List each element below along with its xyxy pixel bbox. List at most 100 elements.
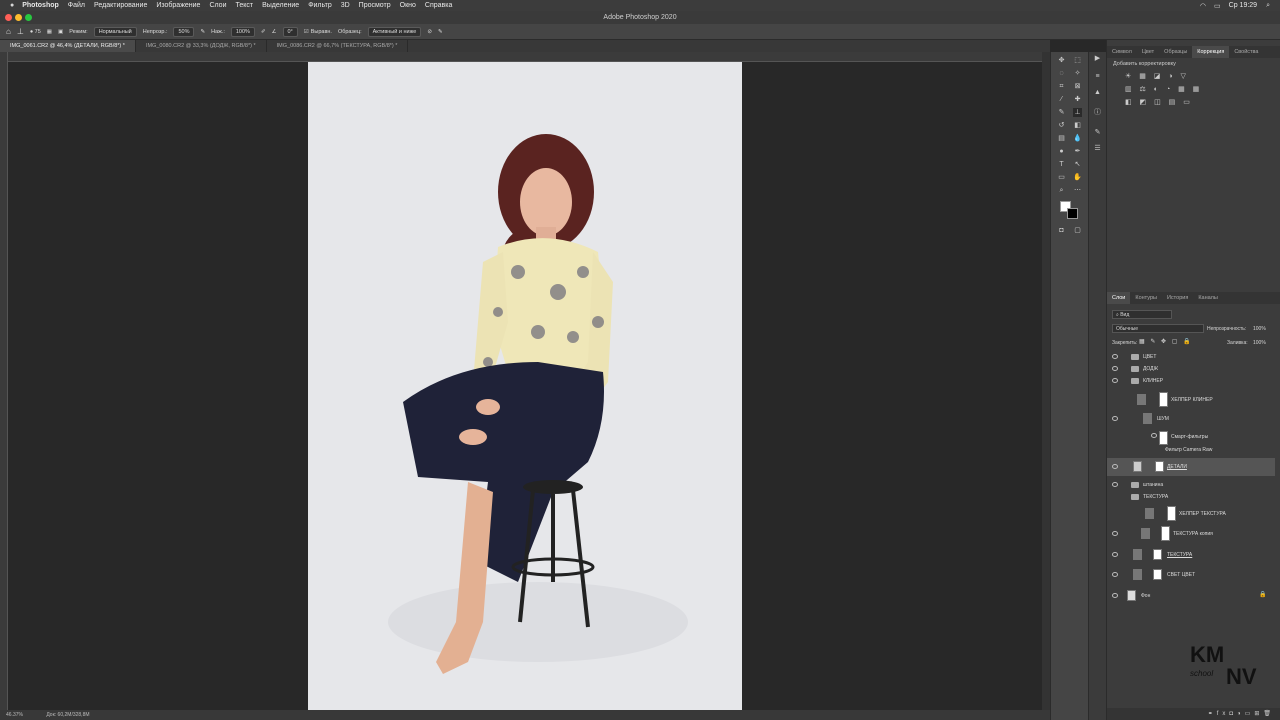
- menu-view[interactable]: Просмотр: [359, 2, 391, 9]
- toggle-brush-panel-icon[interactable]: ▦: [47, 29, 52, 35]
- quick-mask-icon[interactable]: ◘: [1057, 226, 1066, 235]
- history-brush-icon[interactable]: ↺: [1057, 121, 1066, 130]
- tab-character[interactable]: Символ: [1107, 46, 1137, 58]
- layer-row[interactable]: Фон 🔒: [1107, 587, 1275, 605]
- layer-row[interactable]: СВЕТ ЦВЕТ: [1107, 566, 1275, 584]
- marquee-tool-icon[interactable]: ⬚: [1073, 56, 1082, 65]
- tab-channels[interactable]: Каналы: [1193, 292, 1223, 304]
- tab-img-0086[interactable]: IMG_0086.CR2 @ 66,7% (ТЕКСТУРА, RGB/8*) …: [267, 40, 409, 52]
- layer-row-selected[interactable]: ДЕТАЛИ: [1107, 458, 1275, 476]
- type-tool-icon[interactable]: T: [1057, 160, 1066, 169]
- menu-help[interactable]: Справка: [425, 2, 452, 9]
- layer-opacity-input[interactable]: 100%: [1253, 326, 1266, 332]
- menu-photoshop[interactable]: Photoshop: [22, 2, 59, 9]
- trash-icon[interactable]: 🗑: [1263, 711, 1275, 717]
- layer-row[interactable]: ХЕЛПЕР ТЕКСТУРА: [1107, 505, 1275, 523]
- actions-icon[interactable]: ≡: [1093, 72, 1102, 81]
- visibility-eye-icon[interactable]: [1112, 531, 1118, 536]
- layer-row[interactable]: ХЕЛПЕР КЛИНЕР: [1107, 391, 1275, 409]
- layer-row[interactable]: КЛИНЕР: [1107, 375, 1275, 388]
- eyedropper-icon[interactable]: ⁄: [1057, 95, 1066, 104]
- blend-mode-select[interactable]: Обычные: [1112, 324, 1204, 333]
- gradient-tool-icon[interactable]: ▤: [1057, 134, 1066, 143]
- pressure-size-icon[interactable]: ✎: [438, 29, 443, 35]
- path-select-icon[interactable]: ↖: [1073, 160, 1082, 169]
- menu-edit[interactable]: Редактирование: [94, 2, 147, 9]
- tab-properties[interactable]: Свойства: [1229, 46, 1263, 58]
- battery-icon[interactable]: ▭: [1214, 2, 1221, 10]
- tab-layers[interactable]: Слои: [1107, 292, 1131, 304]
- tab-color[interactable]: Цвет: [1137, 46, 1159, 58]
- tab-img-0080[interactable]: IMG_0080.CR2 @ 33,3% (ДОДЖ, RGB/8*) *: [136, 40, 267, 52]
- menu-image[interactable]: Изображение: [156, 2, 200, 9]
- dodge-tool-icon[interactable]: ●: [1057, 147, 1066, 156]
- frame-tool-icon[interactable]: ⊠: [1073, 82, 1082, 91]
- hand-tool-icon[interactable]: ✋: [1073, 173, 1082, 182]
- brush-settings-icon[interactable]: ✎: [1093, 128, 1102, 137]
- eraser-icon[interactable]: ◧: [1073, 121, 1082, 130]
- layer-row[interactable]: Фильтр Camera Raw: [1107, 445, 1275, 455]
- minimize-window-button[interactable]: [15, 14, 22, 21]
- tab-swatches[interactable]: Образцы: [1159, 46, 1192, 58]
- healing-brush-icon[interactable]: ✚: [1073, 95, 1082, 104]
- clone-source-icon[interactable]: ▣: [58, 29, 63, 35]
- menu-type[interactable]: Текст: [235, 2, 253, 9]
- link-layers-icon[interactable]: ⚭: [1208, 711, 1217, 717]
- layer-row[interactable]: ТЕКСТУРА копия: [1107, 525, 1275, 543]
- search-icon[interactable]: ⌕: [1266, 2, 1270, 10]
- visibility-eye-icon[interactable]: [1112, 416, 1118, 421]
- menu-3d[interactable]: 3D: [341, 2, 350, 9]
- brush-tool-icon[interactable]: ✎: [1057, 108, 1066, 117]
- visibility-eye-icon[interactable]: [1112, 482, 1118, 487]
- opacity-input[interactable]: 50%: [173, 26, 195, 37]
- more-tools-icon[interactable]: ⋯: [1073, 186, 1082, 195]
- background-color-swatch[interactable]: [1067, 208, 1078, 219]
- pressure-input[interactable]: 100%: [230, 26, 255, 37]
- add-mask-icon[interactable]: ◘: [1229, 711, 1237, 717]
- mode-select[interactable]: Нормальный: [93, 26, 137, 37]
- visibility-eye-icon[interactable]: [1112, 354, 1118, 359]
- canvas-area[interactable]: [8, 62, 1042, 710]
- menu-layers[interactable]: Слои: [209, 2, 226, 9]
- screen-mode-icon[interactable]: ▢: [1073, 226, 1082, 235]
- properties-sliders-icon[interactable]: ☰: [1093, 144, 1102, 153]
- histogram-icon[interactable]: ▲: [1093, 88, 1102, 97]
- clone-stamp-icon[interactable]: ⊥: [17, 27, 24, 36]
- tab-paths[interactable]: Контуры: [1130, 292, 1162, 304]
- vertical-scrollbar[interactable]: [1042, 52, 1050, 710]
- visibility-eye-icon[interactable]: [1112, 572, 1118, 577]
- layer-row[interactable]: ШУМ: [1107, 411, 1275, 429]
- visibility-eye-icon[interactable]: [1112, 593, 1118, 598]
- brush-preset-picker[interactable]: ● 75: [30, 29, 41, 35]
- zoom-level[interactable]: 46.37%: [6, 712, 23, 718]
- menu-filter[interactable]: Фильтр: [308, 2, 332, 9]
- airbrush-icon[interactable]: ✐: [261, 29, 266, 35]
- new-adjustment-icon[interactable]: ◑: [1237, 711, 1245, 717]
- play-icon[interactable]: ▶: [1093, 54, 1102, 63]
- menu-select[interactable]: Выделение: [262, 2, 299, 9]
- pressure-opacity-icon[interactable]: ✎: [200, 29, 205, 35]
- fx-icon[interactable]: fx: [1217, 711, 1230, 717]
- crop-tool-icon[interactable]: ⌗: [1057, 82, 1066, 91]
- lock-icons[interactable]: ▦ ✎ ✥ ▢ 🔒: [1139, 338, 1193, 345]
- visibility-eye-icon[interactable]: [1112, 552, 1118, 557]
- tab-img-0061[interactable]: IMG_0061.CR2 @ 46,4% (ДЕТАЛИ, RGB/8*) *: [0, 40, 136, 52]
- fill-input[interactable]: 100%: [1253, 340, 1266, 346]
- layer-row[interactable]: Смарт-фильтры: [1107, 430, 1275, 446]
- sample-select[interactable]: Активный и ниже: [367, 26, 422, 37]
- lasso-tool-icon[interactable]: ◌: [1057, 69, 1066, 78]
- tab-history[interactable]: История: [1162, 292, 1193, 304]
- apple-icon[interactable]: ●: [10, 2, 14, 9]
- visibility-eye-icon[interactable]: [1112, 464, 1118, 469]
- ignore-adjustment-icon[interactable]: ⊘: [427, 29, 432, 35]
- visibility-eye-icon[interactable]: [1112, 378, 1118, 383]
- ruler-horizontal[interactable]: [8, 52, 1042, 62]
- tab-adjustments[interactable]: Коррекция: [1192, 46, 1230, 58]
- layer-row[interactable]: ТЕКСТУРА: [1107, 491, 1275, 504]
- document-photo[interactable]: [308, 62, 742, 710]
- visibility-eye-icon[interactable]: [1151, 433, 1157, 438]
- clone-stamp-tool-icon[interactable]: ⊥: [1073, 108, 1082, 117]
- rectangle-tool-icon[interactable]: ▭: [1057, 173, 1066, 182]
- move-tool-icon[interactable]: ✥: [1057, 56, 1066, 65]
- pen-tool-icon[interactable]: ✒: [1073, 147, 1082, 156]
